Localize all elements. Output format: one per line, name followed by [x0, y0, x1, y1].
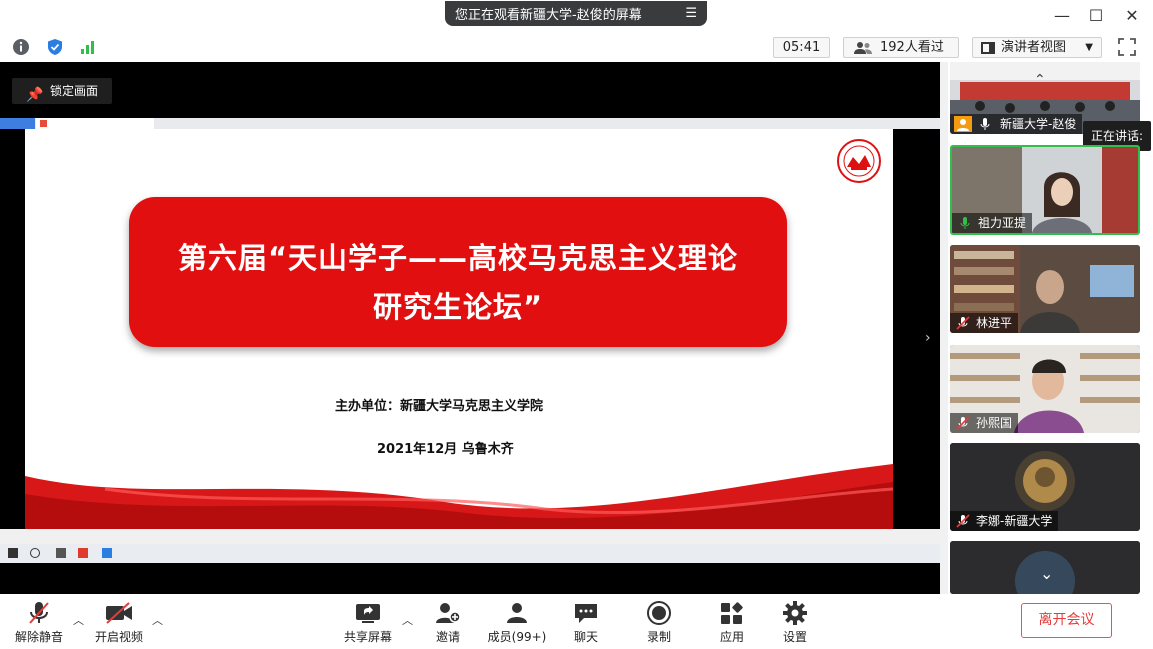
user-avatar-icon — [954, 116, 972, 132]
share-screen-icon — [356, 604, 380, 623]
chat-button[interactable]: 聊天 — [562, 594, 610, 649]
apps-grid-icon — [721, 602, 743, 624]
red-ribbon-decoration — [25, 464, 893, 529]
participant-name: 祖力亚提 — [978, 216, 1027, 230]
start-video-label: 开启视频 — [94, 630, 143, 644]
presenter-browser-tab — [36, 118, 154, 129]
minimize-button[interactable]: — — [1050, 6, 1074, 25]
participant-name: 孙熙国 — [976, 416, 1013, 430]
microphone-icon — [980, 118, 990, 130]
participant-tile[interactable]: 林进平 — [950, 245, 1140, 333]
chevron-up-icon[interactable]: ⌃ — [1034, 72, 1046, 88]
network-signal-icon[interactable] — [79, 38, 97, 56]
share-options-chevron-up-icon[interactable]: ︿ — [402, 612, 413, 628]
lock-view-button[interactable]: 📌 锁定画面 — [12, 78, 112, 104]
camera-off-icon — [106, 602, 132, 624]
presenter-browser-home — [0, 118, 35, 129]
meeting-app-icon — [102, 548, 112, 558]
share-screen-button[interactable]: 共享屏幕 — [337, 594, 399, 649]
microphone-active-icon — [960, 217, 970, 229]
microphone-muted-icon — [956, 514, 970, 528]
meeting-window: 您正在观看新疆大学-赵俊的屏幕 ☰ — ☐ ✕ 05:41 192人看过 演讲者… — [0, 0, 1153, 649]
lock-view-label: 锁定画面 — [50, 84, 99, 98]
participant-tile[interactable]: 李娜-新疆大学 — [950, 443, 1140, 531]
participant-name-label: 李娜-新疆大学 — [950, 511, 1059, 531]
members-icon — [507, 603, 527, 623]
chat-label: 聊天 — [573, 630, 598, 644]
slide-title-banner: 第六届“天山学子——高校马克思主义理论 研究生论坛” — [129, 197, 787, 347]
gear-icon — [783, 601, 807, 625]
search-icon — [30, 548, 40, 558]
record-label: 录制 — [646, 630, 671, 644]
microphone-muted-icon — [956, 316, 970, 330]
settings-button[interactable]: 设置 — [771, 594, 819, 649]
unmute-button[interactable]: 解除静音 — [8, 594, 70, 649]
fullscreen-icon[interactable] — [1118, 38, 1136, 56]
audio-options-chevron-up-icon[interactable]: ︿ — [73, 612, 84, 628]
chevron-right-icon[interactable]: › — [925, 330, 931, 346]
add-user-icon — [436, 603, 461, 623]
presentation-slide: 第六届“天山学子——高校马克思主义理论 研究生论坛” 主办单位：新疆大学马克思主… — [25, 129, 893, 529]
settings-label: 设置 — [782, 630, 807, 644]
pin-icon: 📌 — [26, 87, 44, 103]
members-button[interactable]: 成员(99+) — [480, 594, 554, 649]
meeting-duration: 05:41 — [773, 37, 830, 58]
gallery-divider[interactable] — [940, 62, 948, 594]
participant-name-label: 林进平 — [950, 313, 1019, 333]
record-icon — [647, 601, 671, 625]
participant-name: 林进平 — [976, 316, 1013, 330]
record-button[interactable]: 录制 — [635, 594, 683, 649]
video-options-chevron-up-icon[interactable]: ︿ — [152, 612, 163, 628]
participant-name-label: 祖力亚提 — [952, 213, 1033, 233]
start-icon — [8, 548, 18, 558]
start-video-button[interactable]: 开启视频 — [88, 594, 150, 649]
participant-name: 李娜-新疆大学 — [976, 514, 1053, 528]
participant-name-label: 孙熙国 — [950, 413, 1019, 433]
viewer-count-button[interactable]: 192人看过 — [843, 37, 959, 58]
chevron-down-icon[interactable]: ⌄ — [1040, 564, 1053, 583]
members-label: 成员(99+) — [487, 630, 547, 644]
invite-button[interactable]: 邀请 — [423, 594, 473, 649]
users-icon — [854, 42, 872, 54]
participant-tile-active[interactable]: 祖力亚提 — [950, 145, 1140, 235]
slide-date: 2021年12月 乌鲁木齐 — [377, 442, 514, 457]
maximize-button[interactable]: ☐ — [1084, 6, 1108, 25]
presenter-slide-statusbar — [0, 529, 940, 544]
close-button[interactable]: ✕ — [1120, 6, 1144, 25]
security-shield-icon[interactable] — [46, 38, 64, 56]
chevron-down-icon: ▼ — [1085, 42, 1093, 53]
wps-icon — [78, 548, 88, 558]
participant-tile[interactable]: 孙熙国 — [950, 345, 1140, 433]
microphone-muted-icon — [956, 416, 970, 430]
info-icon[interactable] — [12, 38, 30, 56]
invite-label: 邀请 — [435, 630, 460, 644]
menu-icon[interactable]: ☰ — [685, 6, 697, 21]
share-banner-text: 您正在观看新疆大学-赵俊的屏幕 — [455, 8, 642, 23]
viewer-count: 192人看过 — [880, 40, 944, 55]
chat-icon — [575, 604, 597, 623]
university-seal-logo — [837, 139, 881, 183]
share-screen-label: 共享屏幕 — [343, 630, 392, 644]
view-mode-select[interactable]: 演讲者视图 ▼ — [972, 37, 1102, 58]
share-banner[interactable]: 您正在观看新疆大学-赵俊的屏幕 ☰ — [445, 1, 707, 26]
view-mode-label: 演讲者视图 — [1001, 40, 1067, 55]
leave-meeting-button[interactable]: 离开会议 — [1021, 603, 1112, 638]
slide-host: 主办单位：新疆大学马克思主义学院 — [335, 399, 544, 414]
apps-button[interactable]: 应用 — [708, 594, 756, 649]
taskview-icon — [56, 548, 66, 558]
participant-name-label: 新疆大学-赵俊 — [950, 114, 1083, 134]
microphone-muted-icon — [29, 602, 49, 624]
slide-title-line2: 研究生论坛” — [372, 290, 544, 324]
unmute-label: 解除静音 — [14, 630, 63, 644]
presenter-taskbar — [0, 544, 940, 563]
apps-label: 应用 — [719, 630, 744, 644]
slide-title-line1: 第六届“天山学子——高校马克思主义理论 — [177, 241, 739, 275]
participant-name: 新疆大学-赵俊 — [1000, 117, 1077, 131]
layout-icon — [981, 42, 995, 54]
